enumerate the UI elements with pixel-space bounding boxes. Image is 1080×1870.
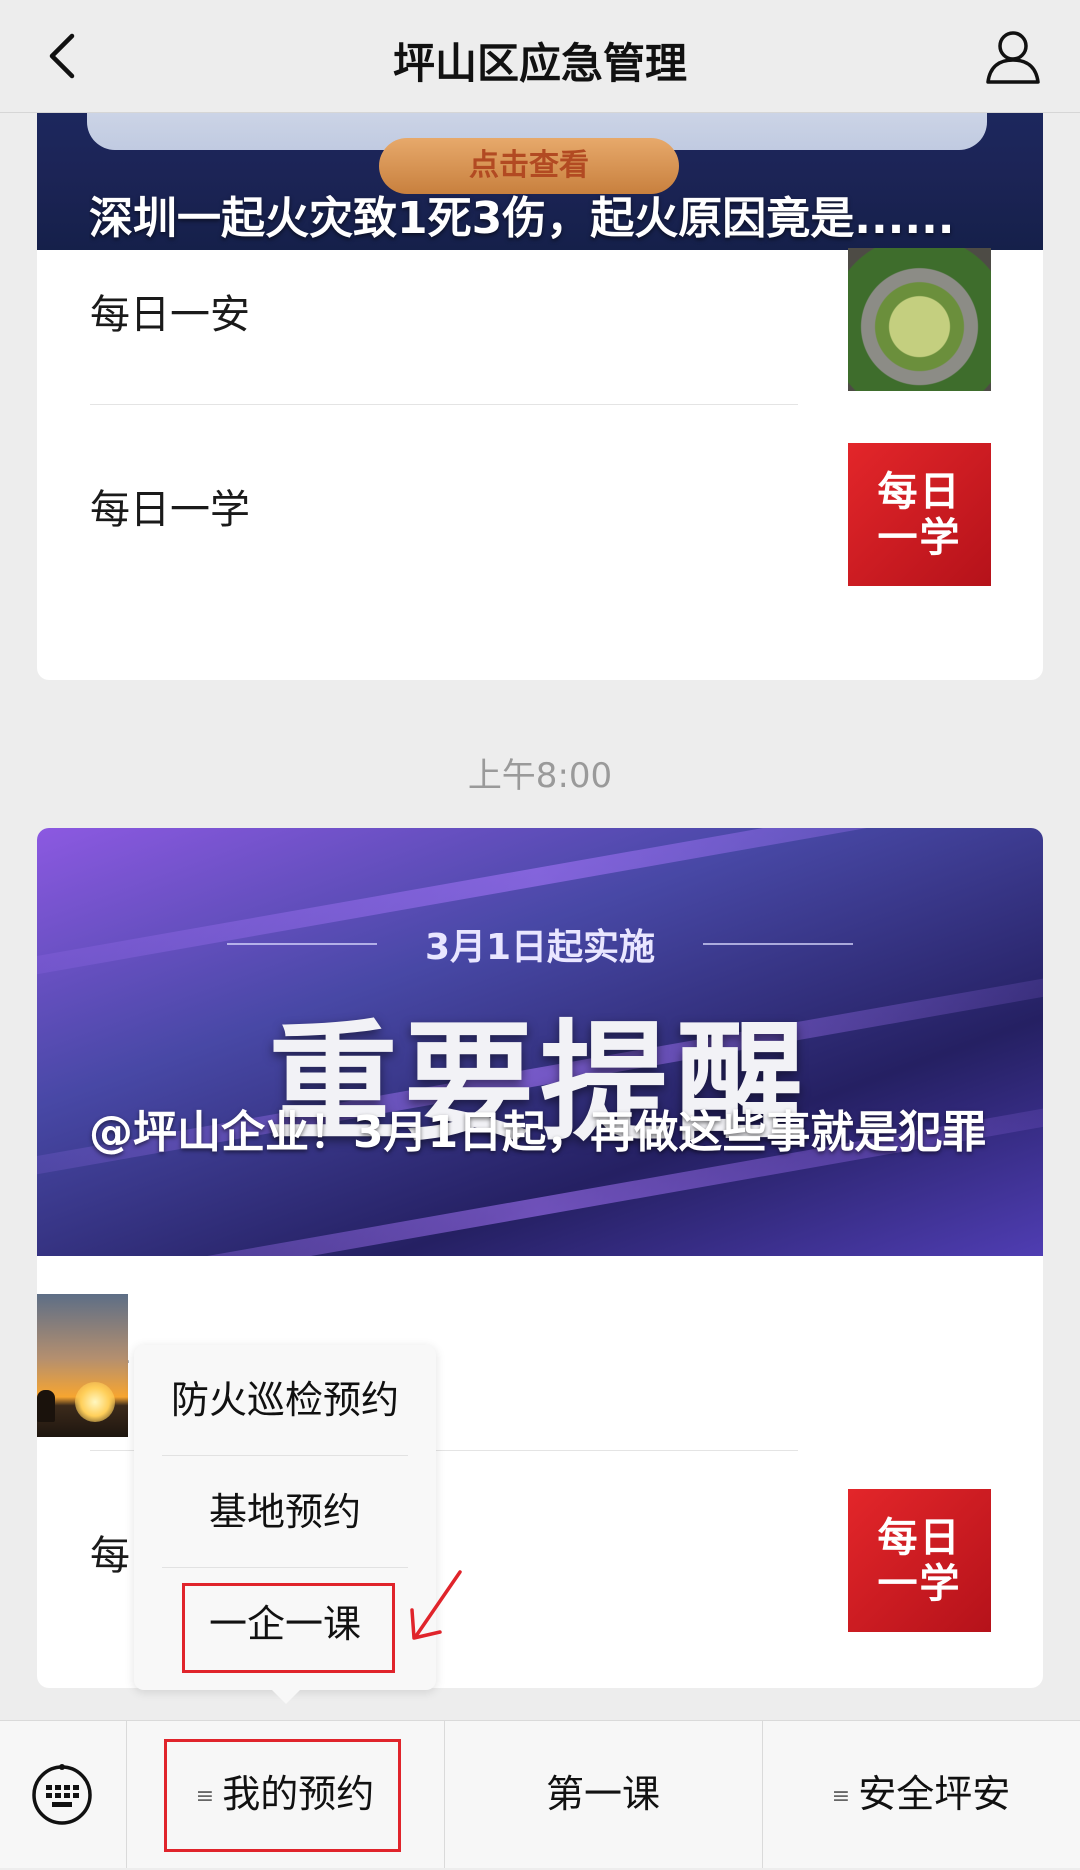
article-thumbnail: 每日 一学 — [848, 443, 991, 586]
worker-silhouette — [37, 1390, 55, 1422]
submenu-item-fire-patrol[interactable]: 防火巡检预约 — [162, 1345, 408, 1455]
highlight-box — [182, 1583, 395, 1673]
sun-graphic — [75, 1382, 115, 1422]
menu-button-safe-pingan[interactable]: ≡ 安全坪安 — [762, 1721, 1080, 1868]
list-item[interactable]: 每日一学 每日 一学 — [37, 405, 1043, 600]
article-label: 每日一安 — [90, 292, 250, 338]
article-label: 每日一学 — [90, 487, 250, 533]
bottom-menu-bar: ≡ 我的预约 第一课 ≡ 安全坪安 — [0, 1720, 1080, 1868]
article-card-1: 点击查看 深圳一起火灾致1死3伤，起火原因竟是...... 每日一安 每日一学 … — [37, 60, 1043, 680]
thumbnail-text: 一学 — [877, 514, 962, 561]
keyboard-toggle-button[interactable] — [0, 1721, 127, 1868]
article-thumbnail — [37, 1294, 128, 1437]
menu-button-first-lesson[interactable]: 第一课 — [444, 1721, 763, 1868]
user-profile-icon[interactable] — [980, 24, 1046, 90]
divider — [162, 1455, 408, 1456]
thumbnail-text: 每日 — [877, 468, 962, 515]
menu-button-label: 安全坪安 — [858, 1772, 1011, 1816]
menu-button-label: 第一课 — [545, 1772, 660, 1816]
article-label: 每 — [90, 1533, 130, 1579]
article-thumbnail — [848, 248, 991, 391]
thumbnail-text: 一学 — [877, 1560, 962, 1607]
banner-subtitle: 3月1日起实施 — [424, 927, 656, 968]
divider — [162, 1567, 408, 1568]
article-banner[interactable]: 3月1日起实施 重要提醒 @坪山企业！3月1日起，再做这些事就是犯罪 — [37, 828, 1043, 1256]
page-title: 坪山区应急管理 — [392, 39, 687, 88]
red-arrow-annotation — [410, 1570, 462, 1640]
keyboard-icon — [32, 1764, 92, 1825]
top-nav-bar: 坪山区应急管理 — [0, 0, 1080, 113]
submenu-indicator-icon: ≡ — [831, 1784, 851, 1809]
thumbnail-text: 每日 — [877, 1514, 962, 1561]
article-title: @坪山企业！3月1日起，再做这些事就是犯罪 — [89, 1107, 987, 1158]
message-timestamp: 上午8:00 — [467, 756, 613, 796]
article-thumbnail: 每日 一学 — [848, 1489, 991, 1632]
highlight-box — [164, 1739, 401, 1852]
list-item[interactable]: 每日一安 — [37, 210, 1043, 405]
submenu-item-base[interactable]: 基地预约 — [162, 1457, 408, 1567]
